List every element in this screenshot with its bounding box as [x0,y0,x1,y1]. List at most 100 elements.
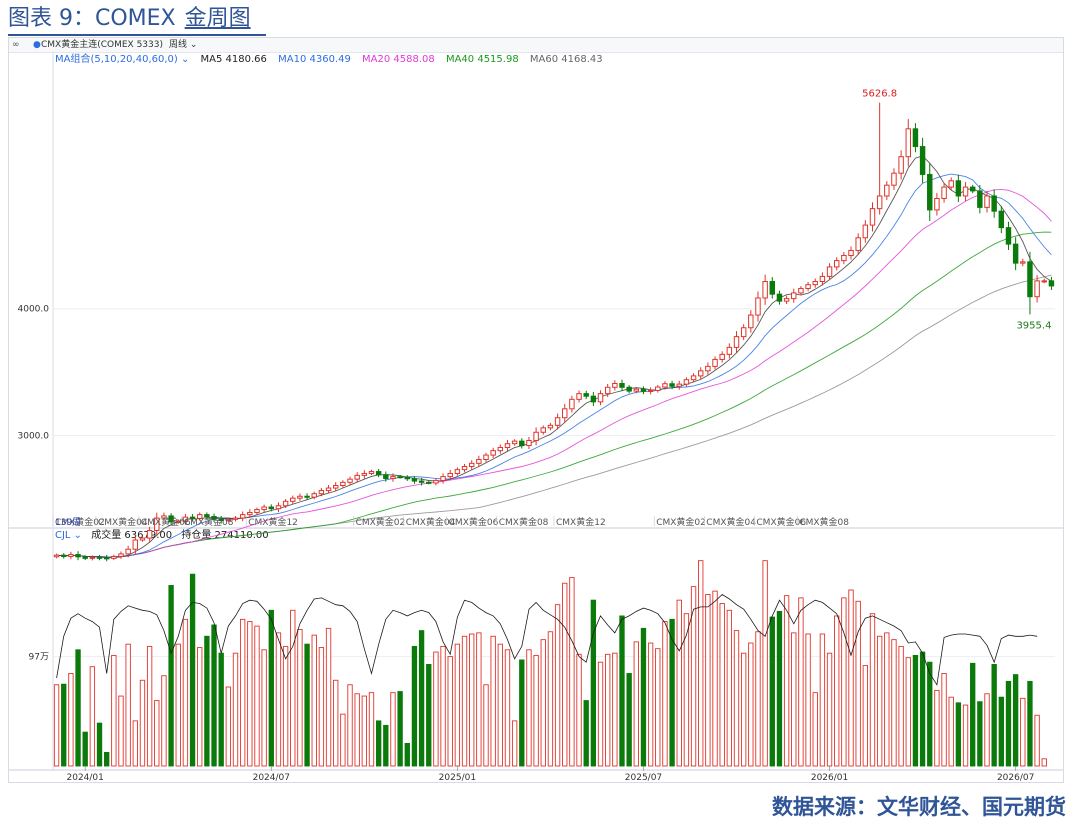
candle [655,384,661,393]
candle-body [876,195,883,210]
volume-bar [540,639,546,767]
ma10-line [56,173,1052,558]
candle [111,554,117,561]
candle-body [740,327,747,338]
candle-body [146,529,153,539]
candle-body [418,480,425,483]
volume-bar [96,722,103,767]
candle-body [468,462,475,467]
volume-bar [390,692,396,767]
volume-bar [998,696,1004,767]
volume-bar [361,695,368,767]
volume-bar [526,649,532,767]
chart-panel[interactable]: ∞ ● CMX黄金主连(COMEX 5333) 周线 ⌄ MA组合(5,10,2… [8,37,1064,783]
contract-roll-label: CMX黄金12 [248,516,298,528]
volume-bar [182,618,189,767]
volume-bar [934,689,940,767]
candle [855,233,861,255]
candle-body [891,172,897,186]
candle [955,174,962,203]
candle [862,220,869,243]
peak-annotation: 5626.8 [862,89,897,100]
candle-body [340,481,346,486]
volume-bar [418,630,425,767]
candle-body [655,386,661,391]
candle-body [762,280,768,299]
candle [791,288,797,303]
volume-bar [590,599,597,767]
candle-body [576,393,582,400]
volume-bar [919,651,926,767]
candle-body [1005,227,1012,245]
candle-body [977,190,983,208]
figure-title: 图表 9：COMEX 金周图 [8,4,251,34]
candle-body [111,555,117,559]
candle-body [726,346,733,355]
candle [869,202,876,232]
ma20-line [56,188,1052,558]
figure-title-link[interactable]: 金周图 [185,6,251,31]
candle-body [82,556,88,559]
candle-body [1048,280,1055,287]
contract-roll-label: CMX黄金04 [706,516,756,528]
candle [755,291,761,322]
candle-body [440,476,446,481]
candle-body [669,383,675,387]
candle-body [547,424,554,429]
volume-bar [533,654,539,767]
volume-bar [447,656,453,767]
candle-body [562,408,568,419]
candle-body [962,186,969,197]
volume-bar [1041,758,1047,767]
candle-body [927,173,933,211]
volume-bar [562,582,568,767]
candle [769,277,776,299]
candle [841,251,847,265]
candle-body [1034,280,1040,298]
volume-bar [247,621,253,767]
candle [483,452,489,462]
candle [719,351,725,363]
candle-body [783,298,790,302]
volume-bar [218,652,224,767]
candle-body [991,195,997,212]
candle [1041,278,1047,284]
candle-body [855,237,861,251]
volume-bar [497,643,503,767]
candle-body [426,481,432,484]
volume-bar [970,662,976,767]
candle-body [733,336,740,348]
candle-body [748,314,754,329]
candle [519,438,525,449]
volume-bar [748,642,754,767]
volume-bar [898,645,904,767]
candle-body [397,476,403,479]
candle-body [941,186,947,200]
candle-body [612,382,618,388]
title-underline [8,34,266,36]
candle-body [819,275,826,282]
candle [576,390,582,403]
source-note: 数据来源：文华财经、国元期货 [772,795,1066,819]
volume-bar [1027,680,1033,767]
candle [698,367,704,380]
candle [969,184,976,194]
candle-body [68,554,74,557]
candle-body [919,146,926,175]
candlestick-chart[interactable]: 3000.04000.05626.83955.4CMX黄金02CMX黄金04CM… [9,38,1063,782]
volume-bar [504,649,511,767]
candle-body [569,398,575,410]
candle [562,403,568,423]
candle-body [884,184,890,197]
candle [619,379,625,392]
volume-bar [333,679,339,767]
volume-bar [740,652,747,767]
candle-body [640,388,647,392]
volume-bar [261,649,267,767]
contract-roll-label: CMX黄金02 [656,516,706,528]
candle [941,182,947,203]
volume-bar [254,625,260,767]
candle [340,480,346,488]
candle-body [53,554,60,558]
candle-body [132,539,139,550]
